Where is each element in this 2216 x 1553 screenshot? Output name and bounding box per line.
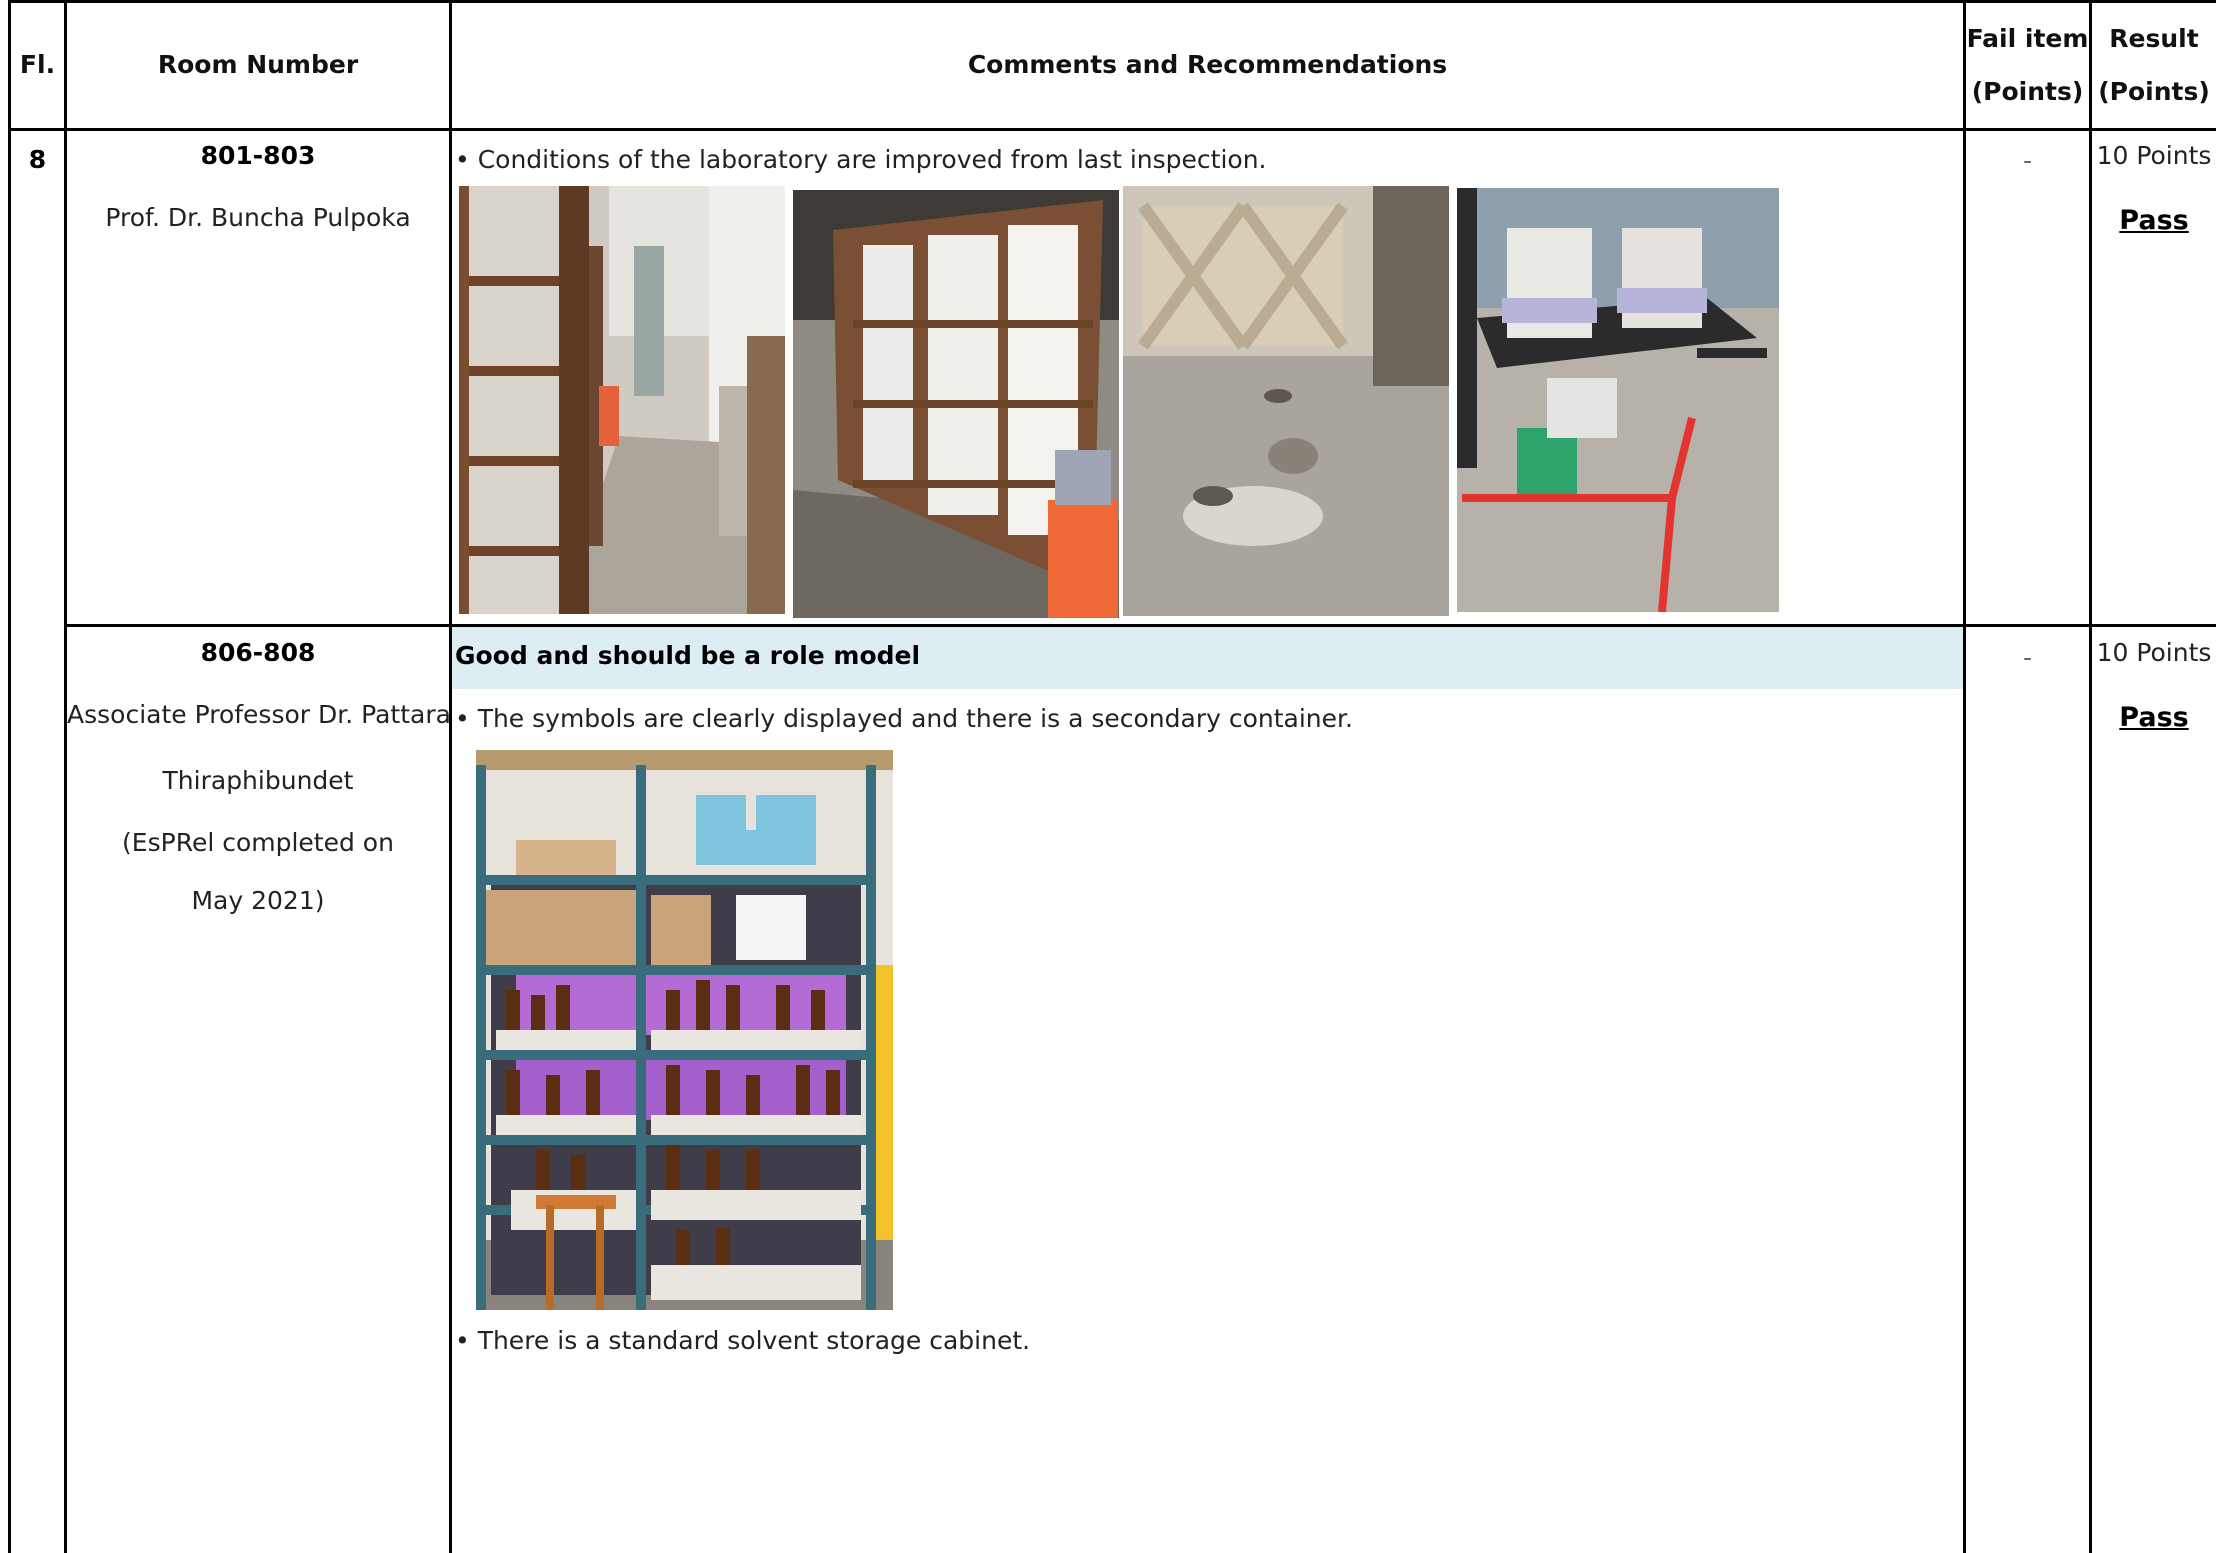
- chemical-storage-shelf-photo: [476, 750, 893, 1310]
- balcony-floor-drain-photo: [1123, 186, 1449, 616]
- responsible-person-line2: Thiraphibundet: [162, 766, 354, 795]
- floor-number: 8: [28, 145, 47, 174]
- responsible-person-line1: Associate Professor Dr. Pattara: [67, 700, 451, 729]
- header-room-number: Room Number: [157, 50, 359, 79]
- empty-wooden-bookshelf-photo: [793, 190, 1119, 618]
- col-border-room: [449, 0, 452, 1553]
- esprel-note-line2: May 2021): [191, 886, 325, 915]
- header-result: Result: [2109, 24, 2199, 53]
- header-result-points: (Points): [2098, 77, 2210, 106]
- result-points: 10 Points: [2096, 141, 2212, 170]
- table-border-top: [8, 0, 2216, 3]
- chemical-waste-table-photo: [1457, 188, 1779, 612]
- col-border-left: [8, 0, 11, 1553]
- header-fail-points: (Points): [1971, 77, 2084, 106]
- result-status: Pass: [2119, 702, 2189, 733]
- fail-item-value: -: [2022, 146, 2033, 175]
- wooden-shelves-corridor-photo: [459, 186, 785, 614]
- fail-item-value: -: [2022, 643, 2033, 672]
- comment-text: • There is a standard solvent storage ca…: [455, 1326, 1031, 1355]
- header-fl: Fl.: [19, 50, 56, 79]
- room-number: 801-803: [200, 141, 316, 170]
- result-points: 10 Points: [2096, 638, 2212, 667]
- result-status: Pass: [2119, 205, 2189, 236]
- header-bottom-border: [8, 128, 2216, 131]
- header-fail-item: Fail item: [1966, 24, 2089, 53]
- responsible-person: Prof. Dr. Buncha Pulpoka: [105, 203, 411, 232]
- header-comments: Comments and Recommendations: [967, 50, 1448, 79]
- room-number: 806-808: [200, 638, 316, 667]
- role-model-text: Good and should be a role model: [455, 641, 921, 670]
- comment-text: • Conditions of the laboratory are impro…: [455, 145, 1267, 174]
- esprel-note-line1: (EsPRel completed on: [122, 828, 394, 857]
- comment-text: • The symbols are clearly displayed and …: [455, 704, 1353, 733]
- col-border-comments: [1963, 0, 1966, 1553]
